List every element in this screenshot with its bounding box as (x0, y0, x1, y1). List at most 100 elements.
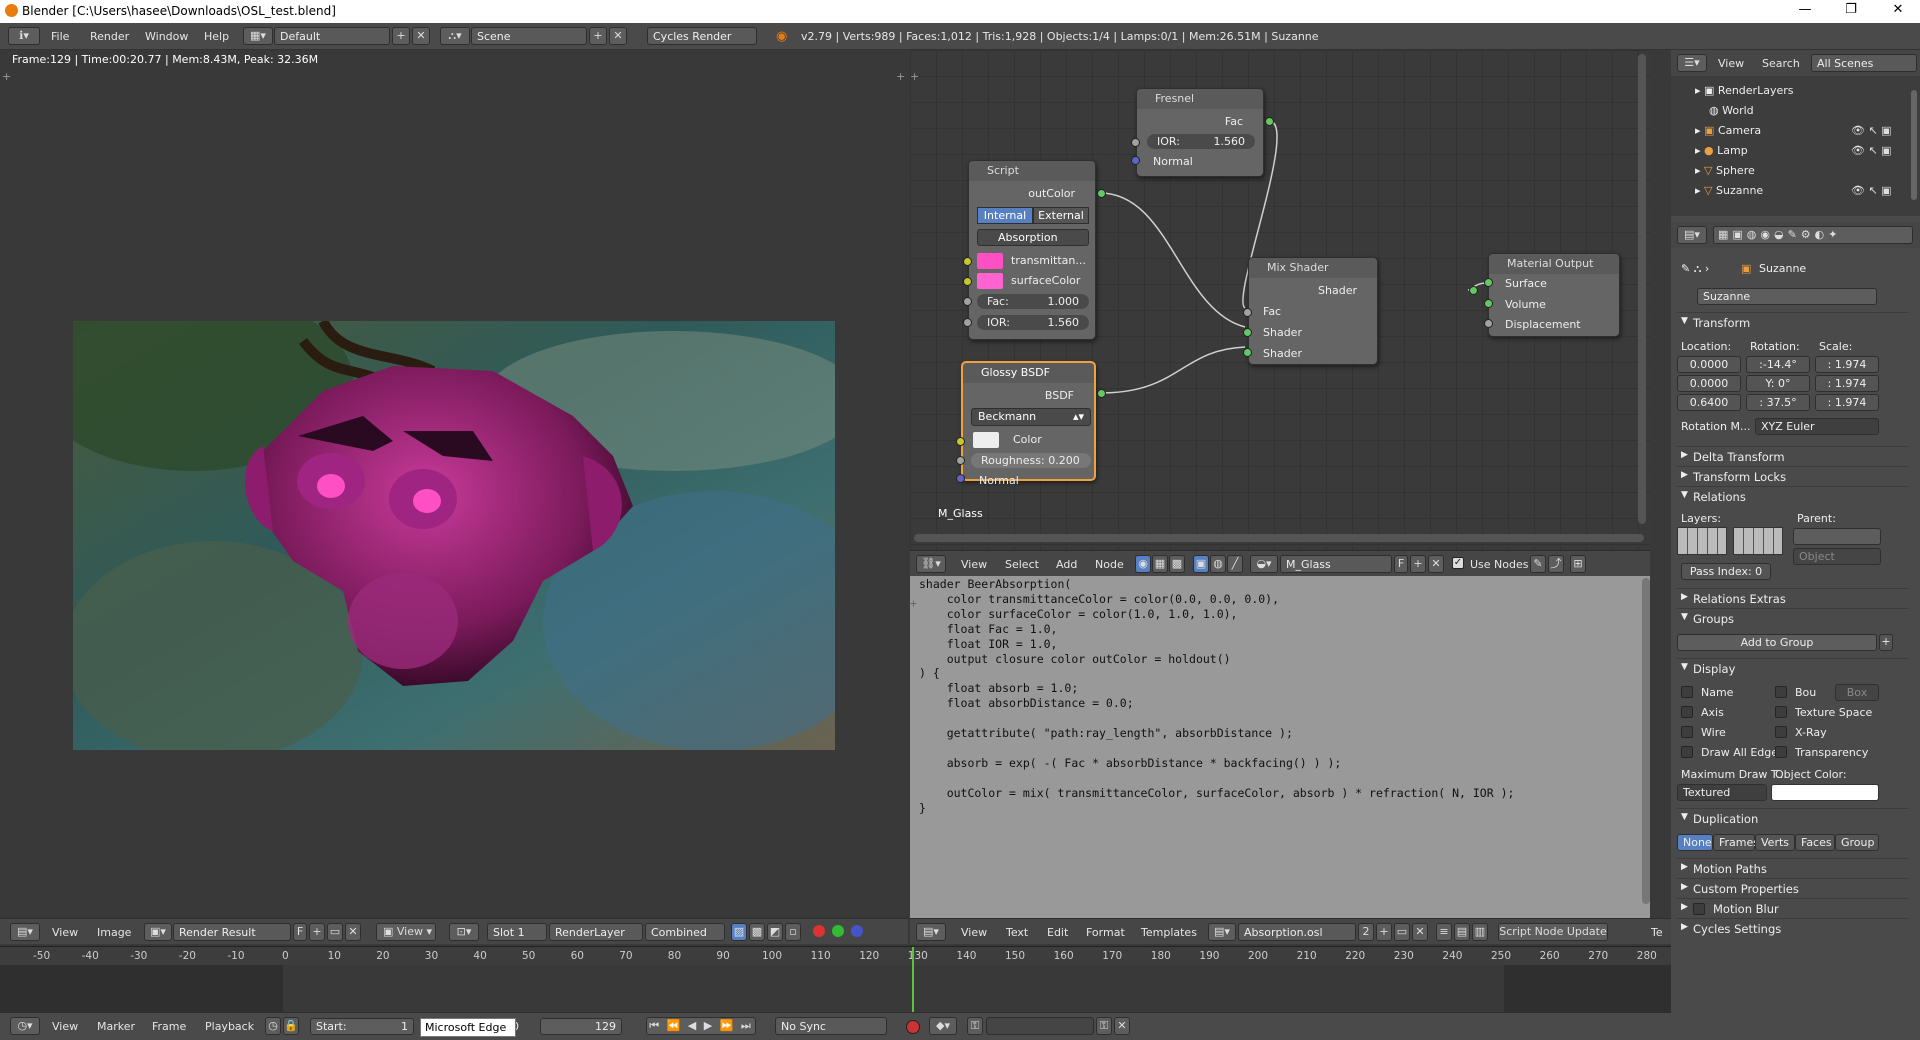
dup-verts-button[interactable]: Verts (1755, 834, 1795, 851)
material-output-node[interactable]: Material Output Surface Volume Displacem… (1488, 253, 1620, 337)
transmittance-socket[interactable] (963, 257, 972, 266)
mix-shader2-socket[interactable] (1243, 348, 1252, 357)
properties-tabs[interactable]: ▦▣◍◉◒✎⚙◐✦ (1713, 226, 1913, 244)
unlink-text-button[interactable]: ✕ (1412, 923, 1428, 941)
dup-group-button[interactable]: Group (1835, 834, 1879, 851)
rotation-x-field[interactable]: :-14.4° (1746, 356, 1810, 373)
mix-shader-node[interactable]: Mix Shader Shader Fac Shader Shader (1248, 257, 1378, 365)
displacement-socket[interactable] (1484, 319, 1493, 328)
menu-edit[interactable]: Edit (1047, 926, 1068, 939)
pin-icon[interactable]: ✎ ⛬ › (1681, 262, 1709, 276)
users-count[interactable]: 2 (1358, 923, 1374, 941)
zbuffer-icon[interactable]: ◩ (767, 923, 783, 941)
outliner-filter-dropdown[interactable]: All Scenes (1811, 54, 1917, 72)
name-checkbox[interactable] (1681, 686, 1693, 698)
horizontal-scrollbar[interactable] (914, 534, 1644, 542)
glossy-normal-socket[interactable] (956, 474, 965, 483)
layout-add-button[interactable]: + (392, 27, 410, 45)
text-scrollbar[interactable] (1642, 578, 1650, 904)
start-frame-field[interactable]: Start: 1 (310, 1018, 414, 1035)
editor-type-icon[interactable]: ▤▾ (10, 923, 40, 941)
snap-icon[interactable]: ⊞ (1570, 555, 1586, 573)
outliner-scrollbar[interactable] (1911, 90, 1917, 200)
script-node-update-button[interactable]: Script Node Update (1498, 923, 1608, 941)
text-file-field[interactable]: Absorption.osl (1238, 923, 1356, 941)
draw-channels-icon[interactable]: ▨ (731, 923, 747, 941)
world-shader-icon[interactable]: ◍ (1210, 555, 1226, 573)
scale-x-field[interactable]: : 1.974 (1815, 356, 1879, 373)
display-icon[interactable]: ▫ (785, 923, 801, 941)
visibility-icon[interactable]: 👁 ↖ ▣ (1851, 144, 1892, 157)
mix-fac-socket[interactable] (1243, 308, 1252, 317)
menu-playback[interactable]: Playback (205, 1020, 254, 1033)
node-editor[interactable]: + Fresnel Fac IOR: 1.560 Normal Script ou… (910, 50, 1650, 550)
blue-channel-icon[interactable] (851, 925, 863, 937)
menu-format[interactable]: Format (1086, 926, 1125, 939)
outliner-item[interactable]: ▸ ▽ Suzanne (1695, 184, 1763, 202)
sync-dropdown[interactable]: No Sync (775, 1017, 887, 1035)
surface-color-swatch[interactable] (977, 273, 1003, 289)
script-text-field[interactable]: Absorption (977, 229, 1089, 246)
shader-nodes-icon[interactable]: ◉ (1135, 555, 1151, 573)
rotation-y-field[interactable]: Y: 0° (1746, 375, 1810, 392)
scale-z-field[interactable]: : 1.974 (1815, 394, 1879, 411)
roughness-socket[interactable] (956, 456, 965, 465)
record-icon[interactable] (906, 1020, 920, 1034)
menu-templates[interactable]: Templates (1141, 926, 1197, 939)
menu-view[interactable]: View (961, 558, 987, 571)
outliner-item[interactable]: ◍ World (1709, 104, 1754, 122)
menu-node[interactable]: Node (1095, 558, 1124, 571)
surface-color-socket[interactable] (963, 277, 972, 286)
menu-help[interactable]: Help (204, 30, 229, 43)
xray-checkbox[interactable] (1775, 726, 1787, 738)
duplication-panel-header[interactable]: ▼ Duplication (1677, 808, 1909, 828)
fake-user-button[interactable]: F (293, 923, 307, 941)
render-engine-dropdown[interactable]: Cycles Render (647, 27, 757, 45)
object-shader-icon[interactable]: ▣ (1193, 555, 1209, 573)
glossy-color-swatch[interactable] (973, 432, 999, 448)
layout-icon[interactable]: ▦▾ (243, 27, 273, 45)
fresnel-ior-socket[interactable] (1131, 138, 1140, 147)
location-y-field[interactable]: 0.0000 (1677, 375, 1741, 392)
motion-paths-panel[interactable]: ▶ Motion Paths (1677, 858, 1909, 878)
pin-icon[interactable]: ✎ (1530, 555, 1546, 573)
menu-te[interactable]: Te (1651, 926, 1663, 939)
parent-field[interactable] (1793, 528, 1881, 545)
mix-out-socket[interactable] (1469, 286, 1478, 295)
view-dropdown[interactable]: ▣ View ▾ (376, 923, 436, 941)
transform-locks-panel[interactable]: ▶ Transform Locks (1677, 466, 1909, 486)
pivot-icon[interactable]: ⊡▾ (449, 923, 479, 941)
dup-none-button[interactable]: None (1677, 834, 1713, 851)
word-wrap-icon[interactable]: ▤ (1454, 923, 1470, 941)
relations-extras-panel[interactable]: ▶ Relations Extras (1677, 588, 1909, 608)
menu-search[interactable]: Search (1762, 57, 1800, 70)
location-x-field[interactable]: 0.0000 (1677, 356, 1741, 373)
new-material-button[interactable]: + (1410, 555, 1426, 573)
fresnel-ior-field[interactable]: IOR: 1.560 (1147, 134, 1255, 149)
distribution-dropdown[interactable]: Beckmann ▴▾ (971, 408, 1091, 426)
transmittance-color-swatch[interactable] (977, 253, 1003, 269)
lock-icon[interactable]: 🔒 (283, 1017, 299, 1035)
editor-type-icon[interactable]: ▤▾ (1677, 226, 1707, 244)
wire-checkbox[interactable] (1681, 726, 1693, 738)
menu-file[interactable]: File (51, 30, 69, 43)
menu-frame[interactable]: Frame (152, 1020, 186, 1033)
glossy-color-socket[interactable] (956, 437, 965, 446)
roughness-field[interactable]: Roughness: 0.200 (971, 453, 1091, 468)
scene-add-button[interactable]: + (589, 27, 607, 45)
keying-set-field[interactable] (986, 1017, 1094, 1035)
layers-grid-a[interactable] (1677, 527, 1727, 555)
menu-render[interactable]: Render (90, 30, 129, 43)
motion-blur-panel[interactable]: ▶ Motion Blur (1677, 898, 1909, 918)
script-out-socket[interactable] (1097, 189, 1106, 198)
pass-index-field[interactable]: Pass Index: 0 (1681, 563, 1771, 580)
script-node[interactable]: Script outColor Internal External Absorp… (968, 160, 1096, 340)
outliner-item[interactable]: ▸ ▣ Camera (1695, 124, 1761, 142)
minimize-button[interactable]: — (1790, 2, 1820, 20)
fake-user-button[interactable]: F (1394, 555, 1408, 573)
delete-keyframe-icon[interactable]: ✕ (1114, 1017, 1130, 1035)
syntax-highlight-icon[interactable]: ▥ (1472, 923, 1488, 941)
add-group-icon[interactable]: + (1879, 634, 1893, 651)
relations-panel-header[interactable]: ▼ Relations (1677, 486, 1909, 506)
image-editor[interactable]: Frame:129 | Time:00:20.77 | Mem:8.43M, P… (0, 50, 908, 918)
